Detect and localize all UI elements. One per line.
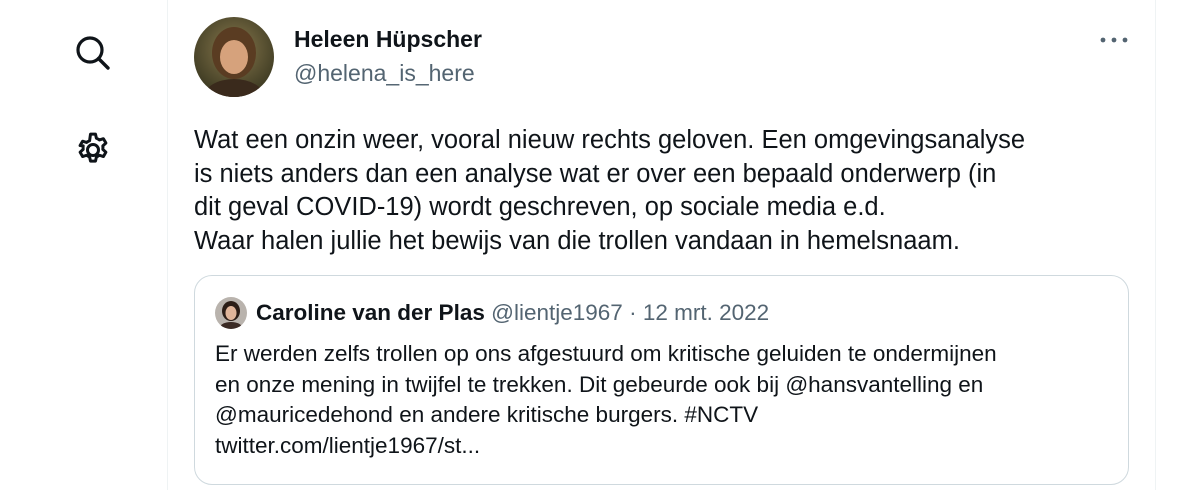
quote-text-line: en onze mening in twijfel te trekken. Di… — [215, 371, 984, 397]
quote-text-line: @mauricedehond en andere kritische burge… — [215, 402, 759, 427]
author-handle[interactable]: @helena_is_here — [294, 60, 475, 87]
column-divider — [1155, 0, 1156, 490]
quote-header: Caroline van der Plas @lientje1967 · 12 … — [256, 298, 769, 328]
quote-text: Er werden zelfs trollen op ons afgestuur… — [215, 339, 1115, 461]
tweet-text: Wat een onzin weer, vooral nieuw rechts … — [194, 124, 1144, 258]
left-rail — [0, 0, 168, 490]
search-icon[interactable] — [72, 32, 114, 74]
gear-icon[interactable] — [72, 129, 114, 171]
tweet-text-line: Waar halen jullie het bewijs van die tro… — [194, 226, 960, 255]
quote-avatar[interactable] — [215, 297, 247, 329]
avatar[interactable] — [194, 17, 274, 97]
ellipsis-icon — [1100, 37, 1128, 43]
quote-separator: · — [629, 300, 637, 325]
quoted-tweet-card[interactable]: Caroline van der Plas @lientje1967 · 12 … — [194, 275, 1129, 485]
quote-text-line: Er werden zelfs trollen op ons afgestuur… — [215, 341, 997, 366]
quote-author-handle[interactable]: @lientje1967 — [491, 300, 623, 325]
quote-date[interactable]: 12 mrt. 2022 — [643, 300, 769, 325]
tweet-text-line: Wat een onzin weer, vooral nieuw rechts … — [194, 126, 1026, 154]
column-divider — [167, 0, 168, 490]
tweet-text-line: is niets anders dan een analyse wat er o… — [194, 159, 997, 188]
quote-author-name[interactable]: Caroline van der Plas — [256, 300, 485, 325]
quote-link[interactable]: twitter.com/lientje1967/st... — [215, 431, 1115, 462]
tweet-text-line: dit geval COVID-19) wordt geschreven, op… — [194, 193, 886, 221]
more-options-button[interactable] — [1092, 24, 1136, 56]
author-name[interactable]: Heleen Hüpscher — [294, 26, 482, 53]
